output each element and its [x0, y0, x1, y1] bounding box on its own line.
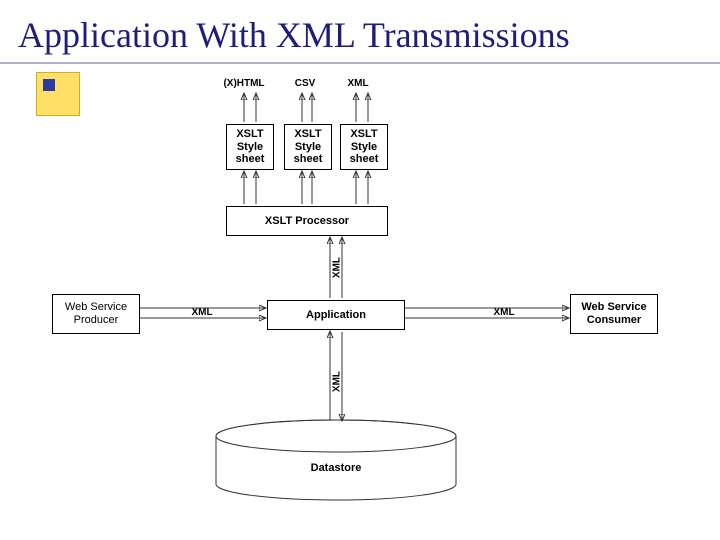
- title-underline: [0, 62, 720, 64]
- web-service-producer-box: Web Service Producer: [52, 294, 140, 334]
- xml-label-up: XML: [332, 253, 343, 283]
- xslt-stylesheet-1: XSLT Style sheet: [226, 124, 274, 170]
- page-title: Application With XML Transmissions: [18, 14, 570, 56]
- output-xml-label: XML: [340, 78, 376, 89]
- xslt-stylesheet-2: XSLT Style sheet: [284, 124, 332, 170]
- xml-label-left: XML: [188, 307, 216, 318]
- xslt-processor-box: XSLT Processor: [226, 206, 388, 236]
- output-csv-label: CSV: [287, 78, 323, 89]
- output-xhtml-label: (X)HTML: [216, 78, 272, 89]
- application-box: Application: [267, 300, 405, 330]
- datastore-label: Datastore: [276, 458, 396, 478]
- xslt-stylesheet-3: XSLT Style sheet: [340, 124, 388, 170]
- title-decoration: [36, 72, 80, 116]
- xml-label-right: XML: [490, 307, 518, 318]
- xml-label-down: XML: [332, 367, 343, 397]
- web-service-consumer-box: Web Service Consumer: [570, 294, 658, 334]
